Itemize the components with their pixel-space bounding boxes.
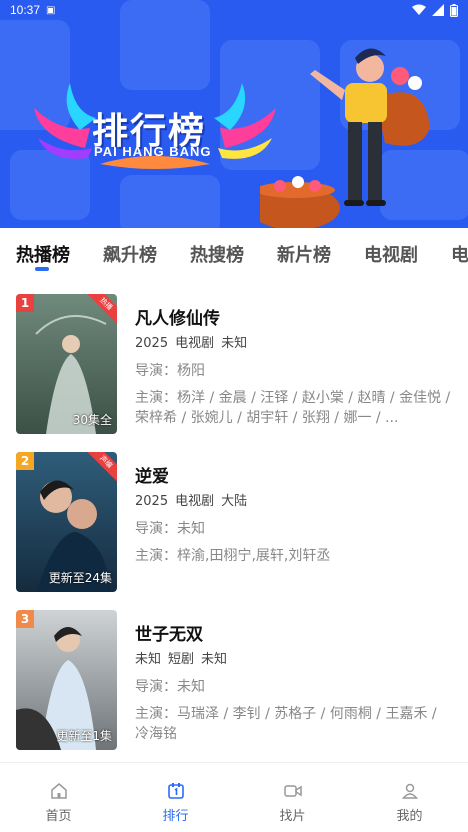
wifi-icon <box>412 4 426 15</box>
banner-tile <box>120 175 220 228</box>
item-type: 电视剧 <box>175 494 215 509</box>
ranking-list: 1 热播 30集全 凡人修仙传 2025 电视剧 未知 导演：杨阳 主演：杨洋 / … <box>0 284 468 758</box>
item-title[interactable]: 逆爱 <box>135 462 455 488</box>
status-time: 10:37 <box>10 3 41 17</box>
sim-icon: ▣ <box>46 4 56 16</box>
item-year: 未知 <box>135 652 162 667</box>
banner-subtitle: PAI HANG BANG <box>94 144 212 159</box>
item-type: 短剧 <box>168 652 195 667</box>
user-icon <box>401 783 418 799</box>
list-item[interactable]: 2 声编 更新至24集 逆爱 2025 电视剧 大陆 导演：未知 主演：梓渝,田栩宁… <box>0 442 468 600</box>
tab-hot-search[interactable]: 热搜榜 <box>190 241 244 267</box>
nav-ranking-label: 排行 <box>162 809 189 824</box>
poster-image[interactable]: 3 更新至1集 <box>16 610 117 750</box>
item-info: 世子无双 未知 短剧 未知 导演：未知 主演：马瑞泽 / 李钊 / 苏格子 / 何雨… <box>135 620 455 744</box>
item-region: 未知 <box>201 652 228 667</box>
ranking-page: 10:37 ▣ 排行榜 PAI HANG BANG 热播榜 飙升榜 热搜榜 新片… <box>0 0 468 832</box>
item-region: 未知 <box>221 336 248 351</box>
tab-movie[interactable]: 电影 <box>451 241 468 267</box>
poster-image[interactable]: 2 声编 更新至24集 <box>16 452 117 592</box>
rank-badge: 1 <box>16 294 34 312</box>
item-meta: 2025 电视剧 大陆 <box>135 490 455 509</box>
item-year: 2025 <box>135 336 169 351</box>
video-camera-icon <box>283 785 302 797</box>
item-director: 导演：未知 <box>135 521 205 537</box>
rank-badge: 3 <box>16 610 34 628</box>
active-tab-indicator <box>35 267 49 271</box>
signal-icon <box>432 4 444 16</box>
episode-count: 更新至24集 <box>48 571 112 585</box>
item-director: 导演：未知 <box>135 679 205 695</box>
episode-count: 更新至1集 <box>56 729 112 743</box>
tab-new[interactable]: 新片榜 <box>277 241 331 267</box>
tab-hot-play[interactable]: 热播榜 <box>16 241 70 267</box>
nav-find-label: 找片 <box>279 809 306 824</box>
item-region: 大陆 <box>221 494 248 509</box>
item-cast: 主演：梓渝,田栩宁,展轩,刘轩丞 <box>135 548 331 564</box>
item-director: 导演：杨阳 <box>135 363 205 379</box>
nav-find[interactable]: 找片 <box>234 763 351 832</box>
ranking-tabs: 热播榜 飙升榜 热搜榜 新片榜 电视剧 电影 <box>0 228 468 280</box>
tab-tv-series[interactable]: 电视剧 <box>364 241 418 267</box>
ranking-banner: 10:37 ▣ 排行榜 PAI HANG BANG <box>0 0 468 228</box>
item-year: 2025 <box>135 494 169 509</box>
tab-rising[interactable]: 飙升榜 <box>103 241 157 267</box>
ranking-icon <box>167 783 184 799</box>
item-cast: 主演：杨洋 / 金晨 / 汪铎 / 赵小棠 / 赵晴 / 金佳悦 / 荣梓希 /… <box>135 390 451 426</box>
item-info: 凡人修仙传 2025 电视剧 未知 导演：杨阳 主演：杨洋 / 金晨 / 汪铎 / … <box>135 304 455 428</box>
battery-icon <box>450 3 458 17</box>
item-meta: 2025 电视剧 未知 <box>135 332 455 351</box>
list-item[interactable]: 1 热播 30集全 凡人修仙传 2025 电视剧 未知 导演：杨阳 主演：杨洋 / … <box>0 284 468 442</box>
episode-count: 30集全 <box>72 413 112 427</box>
rank-badge: 2 <box>16 452 34 470</box>
nav-home-label: 首页 <box>45 809 72 824</box>
home-icon <box>50 783 67 799</box>
item-cast: 主演：马瑞泽 / 李钊 / 苏格子 / 何雨桐 / 王嘉禾 / 冷海铭 <box>135 706 437 742</box>
poster-image[interactable]: 1 热播 30集全 <box>16 294 117 434</box>
item-meta: 未知 短剧 未知 <box>135 648 455 667</box>
nav-home[interactable]: 首页 <box>0 763 117 832</box>
nav-mine-label: 我的 <box>396 809 423 824</box>
item-type: 电视剧 <box>175 336 215 351</box>
item-info: 逆爱 2025 电视剧 大陆 导演：未知 主演：梓渝,田栩宁,展轩,刘轩丞 <box>135 462 455 586</box>
item-title[interactable]: 凡人修仙传 <box>135 304 455 330</box>
item-title[interactable]: 世子无双 <box>135 620 455 646</box>
status-bar: 10:37 ▣ <box>0 0 468 20</box>
person-illustration-icon <box>260 48 430 228</box>
bottom-nav: 首页 排行 找片 我的 <box>0 762 468 832</box>
banner-logo: 排行榜 PAI HANG BANG <box>30 78 280 178</box>
nav-mine[interactable]: 我的 <box>351 763 468 832</box>
nav-ranking[interactable]: 排行 <box>117 763 234 832</box>
list-item[interactable]: 3 更新至1集 世子无双 未知 短剧 未知 导演：未知 主演：马瑞泽 / 李钊 / … <box>0 600 468 758</box>
